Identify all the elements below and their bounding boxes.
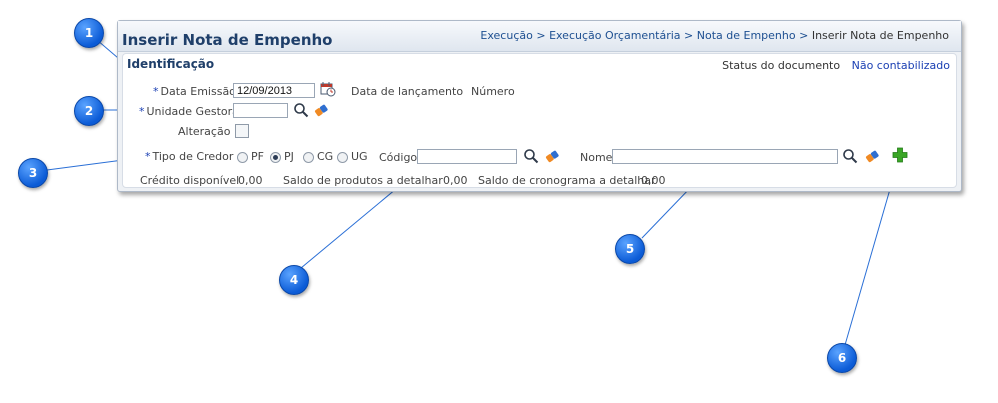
callout-4: 4 [279,265,309,295]
eraser-icon[interactable] [864,148,880,164]
search-icon[interactable] [523,148,539,164]
tipo-credor-label: * Tipo de Credor [145,150,234,163]
unidade-gestora-label: * Unidade Gestora [139,105,239,118]
callout-3: 3 [18,158,48,188]
codigo-label: Código [379,151,418,164]
alteracao-label: Alteração [178,125,231,138]
page-title: Inserir Nota de Empenho [122,31,333,49]
search-icon[interactable] [842,148,858,164]
breadcrumb-item-execucao-orcamentaria[interactable]: Execução Orçamentária [549,29,680,42]
radio-cg[interactable] [303,152,314,163]
callout-line-6 [844,164,898,346]
codigo-input[interactable] [417,149,517,164]
callout-1: 1 [74,18,104,48]
eraser-icon[interactable] [313,102,329,118]
radio-pf-label: PF [251,150,264,163]
callout-2: 2 [74,96,104,126]
callout-5: 5 [615,234,645,264]
add-icon[interactable] [892,147,908,163]
saldo-cronograma-value: 0,00 [641,174,666,187]
data-lancamento-label: Data de lançamento [351,85,464,98]
radio-pj-label: PJ [284,150,294,163]
data-emissao-input[interactable] [233,83,315,98]
radio-cg-label: CG [317,150,334,163]
nome-label: Nome [580,151,613,164]
panel-header: Inserir Nota de Empenho Execução > Execu… [118,21,961,52]
credito-disponivel-label: Crédito disponível [140,174,240,187]
identificacao-section: Identificação Status do documento Não co… [122,53,957,188]
alteracao-checkbox[interactable] [235,124,249,138]
breadcrumb-current: Inserir Nota de Empenho [811,29,949,42]
breadcrumb: Execução > Execução Orçamentária > Nota … [480,29,949,42]
calendar-icon[interactable] [320,81,336,97]
status-label: Status do documento [722,59,841,72]
radio-pj[interactable] [270,152,281,163]
callout-6: 6 [827,343,857,373]
radio-ug-label: UG [351,150,368,163]
main-panel: Inserir Nota de Empenho Execução > Execu… [117,20,962,192]
document-status: Status do documento Não contabilizado [722,59,950,72]
unidade-gestora-input[interactable] [233,103,288,118]
radio-ug[interactable] [337,152,348,163]
search-icon[interactable] [293,102,309,118]
data-emissao-label: * Data Emissão [153,85,236,98]
eraser-icon[interactable] [544,148,560,164]
credito-disponivel-value: 0,00 [238,174,263,187]
numero-label: Número [471,85,515,98]
section-title: Identificação [127,57,215,71]
radio-pf[interactable] [237,152,248,163]
saldo-cronograma-label: Saldo de cronograma a detalhar [478,174,656,187]
status-value: Não contabilizado [851,59,950,72]
breadcrumb-item-nota-de-empenho[interactable]: Nota de Empenho [697,29,796,42]
saldo-produtos-value: 0,00 [443,174,468,187]
nome-input[interactable] [612,149,838,164]
breadcrumb-item-execucao[interactable]: Execução [480,29,532,42]
saldo-produtos-label: Saldo de produtos a detalhar [283,174,443,187]
